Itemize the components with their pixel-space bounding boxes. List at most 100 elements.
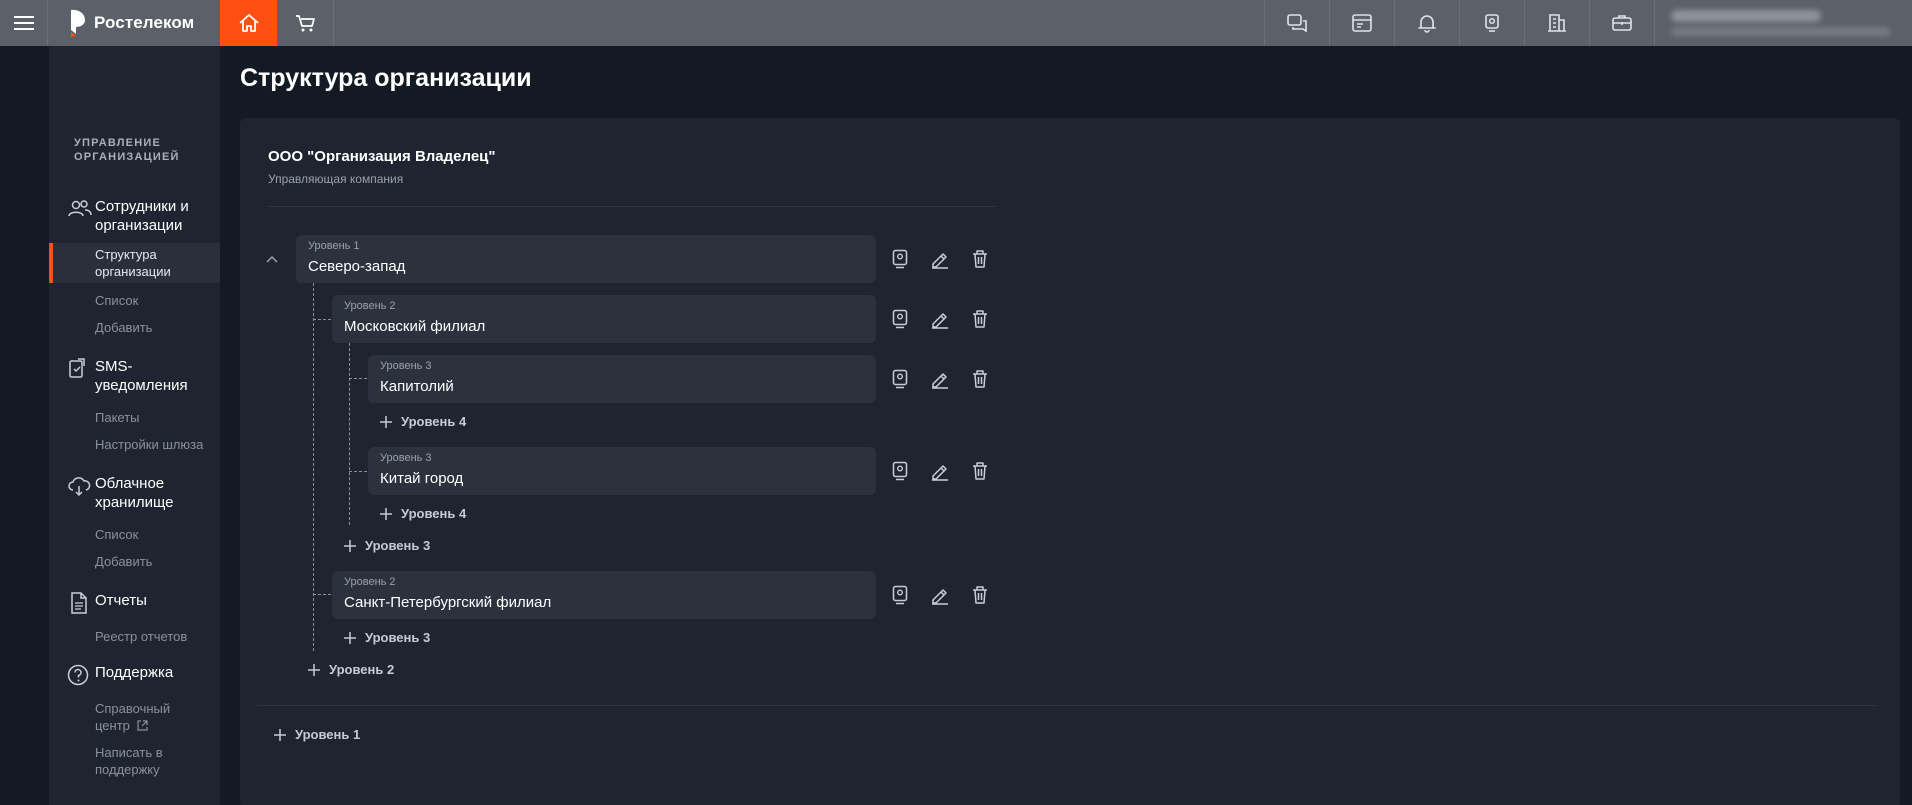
chevron-up-icon[interactable] [264,252,280,268]
node-actions [889,460,991,482]
add-level1-button[interactable]: Уровень 1 [273,727,360,742]
camera-icon [892,309,908,329]
sidebar-item-support[interactable]: Поддержка [49,663,220,686]
edit-button[interactable] [929,248,951,270]
sidebar-item-sms[interactable]: SMS-уведомления [49,357,220,395]
sms-icon [69,358,85,378]
sidebar-subitem-gateway-settings[interactable]: Настройки шлюза [49,436,220,453]
camera-button[interactable] [1459,0,1524,46]
tree-line [349,471,367,472]
document-icon [71,592,87,614]
sidebar-subitem-reports-registry[interactable]: Реестр отчетов [49,628,220,645]
cart-icon [296,15,315,32]
org-name: ООО "Организация Владелец" [268,148,496,165]
node-level-label: Уровень 3 [380,452,432,464]
top-bar: Ростелеком [0,0,1912,46]
services-button[interactable] [1589,0,1654,46]
tree-node-level1[interactable]: Уровень 1 Северо-запад [296,235,876,283]
home-icon [238,14,259,32]
camera-button[interactable] [889,248,911,270]
add-level3-button[interactable]: Уровень 3 [343,630,430,645]
sidebar-subitem-cloud-add[interactable]: Добавить [49,553,220,570]
tree-node-level3[interactable]: Уровень 3 Капитолий [368,355,876,403]
edit-button[interactable] [929,460,951,482]
node-level-label: Уровень 3 [380,360,432,372]
node-name: Северо-запад [308,258,406,275]
user-name-blurred [1671,10,1821,22]
delete-button[interactable] [969,584,991,606]
pencil-icon [932,465,948,481]
page-title: Структура организации [240,64,532,92]
camera-icon [892,369,908,389]
node-actions [889,248,991,270]
delete-button[interactable] [969,460,991,482]
add-level2-button[interactable]: Уровень 2 [307,662,394,677]
edit-button[interactable] [929,308,951,330]
sidebar-group-cloud: Облачное хранилище Список Добавить [49,474,220,570]
node-name: Китай город [380,470,464,487]
add-level-label: Уровень 2 [329,662,395,677]
notifications-button[interactable] [1394,0,1459,46]
add-level-label: Уровень 1 [295,727,361,742]
camera-button[interactable] [889,308,911,330]
sidebar-subitem-help-center[interactable]: Справочный центр [49,700,170,734]
trash-icon [973,586,987,604]
sidebar-group-label: Сотрудники и организации [95,198,189,234]
node-name: Санкт-Петербургский филиал [344,594,552,611]
sidebar-item-reports[interactable]: Отчеты [49,591,220,614]
edit-button[interactable] [929,584,951,606]
brand-logo[interactable]: Ростелеком [48,0,220,46]
add-level4-button[interactable]: Уровень 4 [379,506,466,521]
brand-name: Ростелеком [94,13,195,32]
camera-icon [892,585,908,605]
bell-icon [1418,15,1436,33]
plus-icon [308,663,320,676]
delete-button[interactable] [969,248,991,270]
tree-node-level2[interactable]: Уровень 2 Московский филиал [332,295,876,343]
people-icon [68,200,92,217]
organization-button[interactable] [1524,0,1589,46]
sidebar-subitem-structure[interactable]: Структура организации [49,243,220,283]
building-icon [1548,14,1566,32]
delete-button[interactable] [969,368,991,390]
tree-node-level2[interactable]: Уровень 2 Санкт-Петербургский филиал [332,571,876,619]
add-level-label: Уровень 3 [365,538,431,553]
cloud-icon [68,477,91,497]
sidebar-group-reports: Отчеты Реестр отчетов [49,591,220,645]
home-button[interactable] [220,0,277,46]
sidebar-subitem-packages[interactable]: Пакеты [49,409,220,426]
node-actions [889,308,991,330]
delete-button[interactable] [969,308,991,330]
sidebar-subitem-employees-list[interactable]: Список [49,292,220,309]
node-actions [889,584,991,606]
edit-button[interactable] [929,368,951,390]
tree-node-level3[interactable]: Уровень 3 Китай город [368,447,876,495]
sidebar-group-label: SMS-уведомления [95,358,188,394]
camera-button[interactable] [889,460,911,482]
add-level3-button[interactable]: Уровень 3 [343,538,430,553]
tree-line [349,378,367,379]
sidebar-item-cloud[interactable]: Облачное хранилище [49,474,220,512]
menu-icon[interactable] [0,0,48,46]
add-level4-button[interactable]: Уровень 4 [379,414,466,429]
camera-icon [892,461,908,481]
sidebar-group-label: Поддержка [95,664,174,681]
camera-button[interactable] [889,368,911,390]
briefcase-icon [1612,15,1632,31]
sidebar-subitem-cloud-list[interactable]: Список [49,526,220,543]
sidebar-subitem-contact-support[interactable]: Написать в поддержку [49,744,169,778]
pencil-icon [932,253,948,269]
user-profile-button[interactable] [1654,0,1912,46]
user-email-blurred [1671,27,1891,36]
camera-button[interactable] [889,584,911,606]
chat-button[interactable] [1264,0,1329,46]
sidebar-item-employees[interactable]: Сотрудники и организации [49,197,220,235]
camera-icon [1485,14,1499,32]
node-name: Капитолий [380,378,454,395]
tree-line [313,283,314,651]
pencil-icon [932,313,948,329]
billing-button[interactable] [1329,0,1394,46]
node-level-label: Уровень 1 [308,240,360,252]
cart-button[interactable] [277,0,334,46]
sidebar-subitem-employees-add[interactable]: Добавить [49,319,220,336]
